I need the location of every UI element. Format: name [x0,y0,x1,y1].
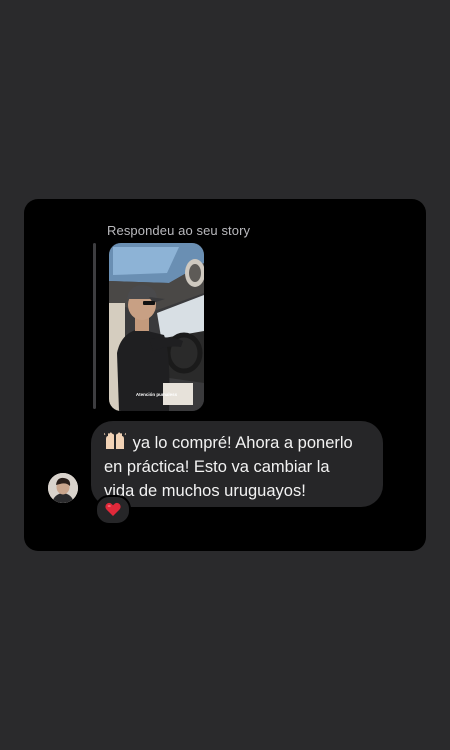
page: Respondeu ao seu story Atención pumaless… [0,0,450,750]
story-image [109,243,204,411]
reply-indicator-bar [93,243,96,409]
message-text-line2: en práctica! Esto va cambiar la [104,458,330,476]
message-card: Respondeu ao seu story Atención pumaless… [24,199,426,551]
story-thumbnail[interactable]: Atención pumaless [109,243,204,411]
heart-icon [105,502,121,522]
avatar-image [48,473,78,503]
avatar[interactable] [48,473,78,503]
raising-hands-icon [103,432,127,450]
story-caption: Atención pumaless [135,392,178,397]
message-text-line3: vida de muchos uruguayos! [104,482,306,500]
message-text-line1: ya lo compré! Ahora a ponerlo [128,434,353,452]
reply-context-label: Respondeu ao seu story [107,223,251,238]
reaction-badge[interactable] [95,495,131,525]
message-text: ya lo compré! Ahora a ponerlo en práctic… [103,431,380,503]
message-bubble[interactable]: ya lo compré! Ahora a ponerlo en práctic… [91,421,383,507]
